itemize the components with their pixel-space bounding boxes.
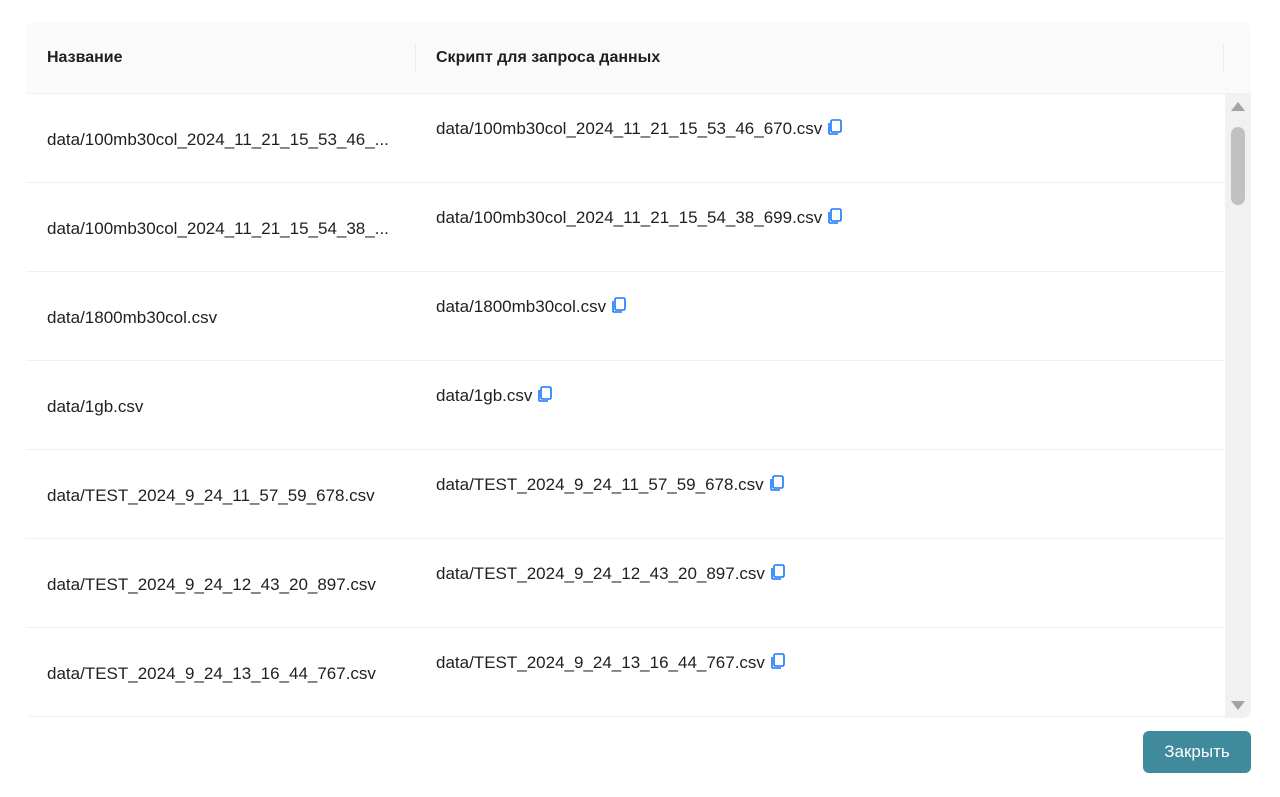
data-table: Название Скрипт для запроса данных data/…: [26, 22, 1251, 718]
table-row: data/100mb30col_2024_11_21_15_53_46_... …: [26, 94, 1226, 183]
column-divider: [1223, 44, 1224, 71]
scrollbar-thumb[interactable]: [1231, 127, 1245, 205]
cell-script: data/100mb30col_2024_11_21_15_54_38_699.…: [436, 208, 843, 228]
cell-name: data/100mb30col_2024_11_21_15_53_46_...: [47, 130, 389, 149]
script-text: data/1800mb30col.csv: [436, 297, 607, 316]
copy-icon[interactable]: [771, 653, 785, 669]
cell-script: data/100mb30col_2024_11_21_15_53_46_670.…: [436, 119, 843, 139]
cell-name: data/TEST_2024_9_24_11_57_59_678.csv: [47, 486, 375, 505]
table-row: data/TEST_2024_9_24_13_16_44_767.csv dat…: [26, 628, 1226, 717]
table-row: data/TEST_2024_9_24_12_43_20_897.csv dat…: [26, 539, 1226, 628]
cell-script: data/TEST_2024_9_24_12_43_20_897.csv: [436, 564, 785, 584]
cell-name: data/1gb.csv: [47, 397, 144, 416]
table-row: data/100mb30col_2024_11_21_15_54_38_... …: [26, 183, 1226, 272]
script-text: data/100mb30col_2024_11_21_15_53_46_670.…: [436, 119, 823, 138]
table-row: data/TEST_2024_9_24_11_57_59_678.csv dat…: [26, 450, 1226, 539]
script-text: data/TEST_2024_9_24_13_16_44_767.csv: [436, 653, 765, 672]
column-divider: [415, 44, 416, 71]
scroll-down-arrow-icon[interactable]: [1231, 701, 1245, 710]
cell-script: data/1800mb30col.csv: [436, 297, 626, 317]
column-header-name: Название: [47, 49, 123, 66]
copy-icon[interactable]: [771, 564, 785, 580]
table-row: data/1800mb30col.csv data/1800mb30col.cs…: [26, 272, 1226, 361]
vertical-scrollbar[interactable]: [1225, 94, 1251, 718]
cell-name: data/100mb30col_2024_11_21_15_54_38_...: [47, 219, 389, 238]
cell-script: data/TEST_2024_9_24_13_16_44_767.csv: [436, 653, 785, 673]
script-text: data/1gb.csv: [436, 386, 533, 405]
cell-name: data/TEST_2024_9_24_12_43_20_897.csv: [47, 575, 376, 594]
copy-icon[interactable]: [828, 119, 843, 135]
scroll-up-arrow-icon[interactable]: [1231, 102, 1245, 111]
table-row: data/1gb.csv data/1gb.csv: [26, 361, 1226, 450]
copy-icon[interactable]: [538, 386, 553, 402]
column-header-script: Скрипт для запроса данных: [436, 49, 661, 66]
modal-dialog: Название Скрипт для запроса данных data/…: [0, 0, 1280, 797]
table-body: data/100mb30col_2024_11_21_15_53_46_... …: [26, 94, 1226, 718]
cell-script: data/1gb.csv: [436, 386, 553, 406]
copy-icon[interactable]: [769, 475, 784, 491]
table-header: Название Скрипт для запроса данных: [26, 22, 1251, 94]
cell-script: data/TEST_2024_9_24_11_57_59_678.csv: [436, 475, 784, 495]
cell-name: data/1800mb30col.csv: [47, 308, 218, 327]
script-text: data/TEST_2024_9_24_12_43_20_897.csv: [436, 564, 765, 583]
script-text: data/TEST_2024_9_24_11_57_59_678.csv: [436, 475, 764, 494]
close-button[interactable]: Закрыть: [1143, 731, 1251, 773]
copy-icon[interactable]: [612, 297, 626, 313]
cell-name: data/TEST_2024_9_24_13_16_44_767.csv: [47, 664, 376, 683]
copy-icon[interactable]: [828, 208, 843, 224]
script-text: data/100mb30col_2024_11_21_15_54_38_699.…: [436, 208, 823, 227]
